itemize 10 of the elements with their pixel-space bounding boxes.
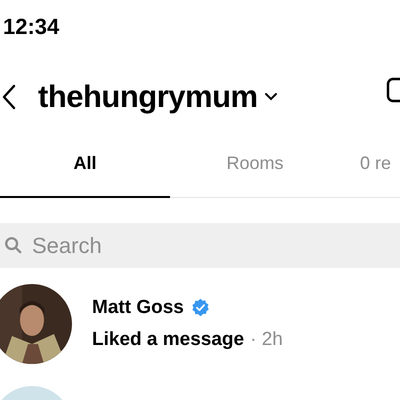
account-switcher[interactable]: thehungrymum [38, 74, 278, 120]
tab[interactable]: All [0, 150, 170, 198]
chevron-down-icon [264, 92, 278, 102]
contact-name: Matt Goss [92, 296, 184, 320]
back-icon[interactable] [2, 84, 16, 110]
timestamp: · 2h [250, 328, 283, 352]
last-activity: Liked a message [92, 328, 244, 352]
status-time: 12:34 [3, 13, 60, 41]
search-icon [4, 236, 22, 254]
search-field[interactable]: Search [0, 223, 400, 268]
